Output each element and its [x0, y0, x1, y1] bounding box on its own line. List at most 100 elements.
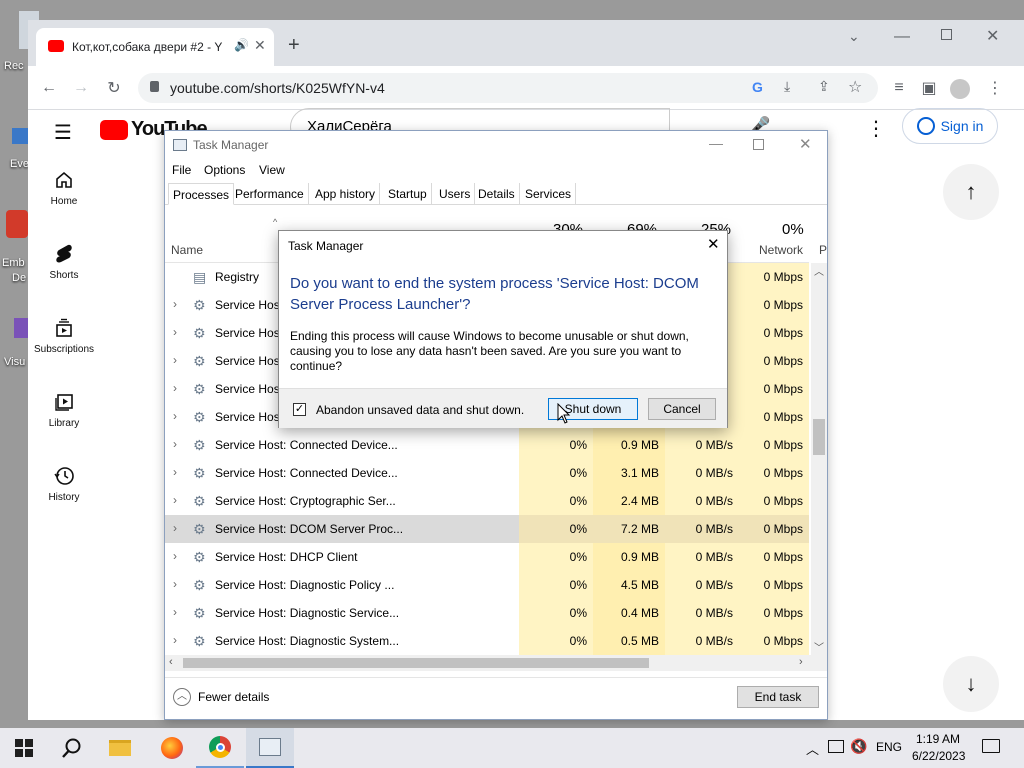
shortcut-icon[interactable]: [12, 128, 28, 144]
checkbox-label[interactable]: Abandon unsaved data and shut down.: [316, 403, 524, 417]
lock-icon[interactable]: [150, 81, 159, 92]
menu-kebab-icon[interactable]: ⋮: [984, 77, 1006, 99]
column-power-partial[interactable]: P: [819, 243, 827, 257]
url-text[interactable]: youtube.com/shorts/K025WfYN-v4: [170, 80, 385, 96]
menu-file[interactable]: File: [172, 163, 191, 177]
tab-services[interactable]: Services: [521, 183, 577, 205]
app-icon[interactable]: [6, 210, 28, 238]
input-language[interactable]: ENG: [876, 740, 902, 754]
column-network[interactable]: Network: [759, 243, 803, 257]
maximize-icon[interactable]: [941, 29, 952, 40]
back-icon[interactable]: ←: [38, 77, 60, 99]
expand-chevron-icon[interactable]: ›: [173, 353, 177, 367]
vertical-scrollbar[interactable]: ︿ ﹀: [811, 263, 827, 655]
install-app-icon[interactable]: ⤓: [784, 78, 790, 95]
column-name[interactable]: Name: [171, 243, 203, 257]
scroll-left-arrow-icon[interactable]: ‹: [169, 656, 173, 668]
bookmark-star-icon[interactable]: ☆: [848, 77, 862, 97]
sidebar-item-library[interactable]: Library: [28, 390, 100, 429]
expand-chevron-icon[interactable]: ›: [173, 381, 177, 395]
tab-performance[interactable]: Performance: [231, 183, 309, 205]
process-row[interactable]: › ⚙ Service Host: Connected Device... 0% 3.1…: [165, 459, 809, 487]
tab-search-icon[interactable]: ⌄: [848, 28, 860, 45]
process-row[interactable]: › ⚙ Service Host: Diagnostic System... 0% 0.…: [165, 627, 809, 655]
forward-icon[interactable]: →: [70, 77, 92, 99]
cpu-cell: 0%: [519, 459, 593, 487]
scroll-down-arrow-icon[interactable]: ﹀: [814, 639, 824, 654]
expand-chevron-icon[interactable]: ›: [173, 633, 177, 647]
show-hidden-icons-chevron-icon[interactable]: ︿: [806, 739, 819, 758]
menu-view[interactable]: View: [259, 163, 285, 177]
google-lens-icon[interactable]: G: [752, 79, 763, 95]
taskbar-chrome[interactable]: [196, 728, 244, 768]
notifications-icon[interactable]: [982, 739, 1000, 753]
process-row[interactable]: › ⚙ Service Host: Cryptographic Ser... 0% 2.…: [165, 487, 809, 515]
tab-app-history[interactable]: App history: [311, 183, 381, 205]
close-window-icon[interactable]: ✕: [986, 26, 999, 46]
scroll-down-button[interactable]: ↓: [943, 656, 999, 712]
scrollbar-thumb[interactable]: [183, 658, 649, 668]
clock-date[interactable]: 6/22/2023: [912, 749, 965, 763]
close-tab-icon[interactable]: ✕: [254, 37, 266, 54]
expand-chevron-icon[interactable]: ›: [173, 493, 177, 507]
taskbar-file-explorer[interactable]: [96, 728, 144, 768]
expand-chevron-icon[interactable]: ›: [173, 409, 177, 423]
end-task-button[interactable]: End task: [737, 686, 819, 708]
expand-chevron-icon[interactable]: ›: [173, 297, 177, 311]
scrollbar-thumb[interactable]: [813, 419, 825, 455]
scroll-up-button[interactable]: ↑: [943, 164, 999, 220]
abandon-data-checkbox[interactable]: ✓: [293, 403, 306, 416]
minimize-icon[interactable]: —: [894, 28, 910, 46]
side-panel-icon[interactable]: ▣: [918, 77, 940, 99]
taskbar-task-manager[interactable]: [246, 728, 294, 768]
process-row[interactable]: › ⚙ Service Host: Connected Device... 0% 0.9…: [165, 431, 809, 459]
tab-details[interactable]: Details: [474, 183, 520, 205]
sidebar-item-history[interactable]: History: [28, 464, 100, 503]
process-row[interactable]: › ⚙ Service Host: DHCP Client 0% 0.9 MB 0 MB/…: [165, 543, 809, 571]
expand-chevron-icon[interactable]: ›: [173, 325, 177, 339]
settings-kebab-icon[interactable]: ⋮: [866, 116, 886, 141]
new-tab-icon[interactable]: +: [288, 34, 300, 57]
search-button[interactable]: [48, 728, 96, 768]
close-dialog-icon[interactable]: ✕: [707, 235, 720, 253]
network-percent[interactable]: 0%: [782, 221, 804, 238]
volume-muted-icon[interactable]: 🔇: [850, 738, 867, 755]
share-icon[interactable]: ⇪: [818, 78, 830, 95]
sign-in-button[interactable]: Sign in: [902, 108, 998, 144]
sidebar-item-shorts[interactable]: Shorts: [28, 242, 100, 281]
scroll-up-arrow-icon[interactable]: ︿: [814, 263, 824, 278]
menu-options[interactable]: Options: [204, 163, 245, 177]
tab-startup[interactable]: Startup: [384, 183, 432, 205]
expand-chevron-icon[interactable]: ›: [173, 605, 177, 619]
horizontal-scrollbar[interactable]: ‹ ›: [165, 655, 827, 671]
expand-chevron-icon[interactable]: ›: [173, 437, 177, 451]
reload-icon[interactable]: ↻: [103, 77, 125, 99]
process-row[interactable]: › ⚙ Service Host: DCOM Server Proc... 0% 7.2…: [165, 515, 809, 543]
sidebar-item-home[interactable]: Home: [28, 168, 100, 207]
maximize-icon[interactable]: [753, 139, 764, 150]
address-bar[interactable]: youtube.com/shorts/K025WfYN-v4 G ⤓ ⇪ ☆: [138, 73, 878, 103]
scroll-right-arrow-icon[interactable]: ›: [799, 656, 803, 668]
audio-playing-icon[interactable]: 🔊: [234, 38, 249, 52]
network-icon[interactable]: [828, 740, 844, 753]
sidebar-item-subscriptions[interactable]: Subscriptions: [28, 316, 100, 355]
expand-chevron-icon[interactable]: ›: [173, 465, 177, 479]
minimize-icon[interactable]: —: [709, 135, 723, 151]
expand-chevron-icon[interactable]: ›: [173, 577, 177, 591]
process-row[interactable]: › ⚙ Service Host: Diagnostic Service... 0% 0…: [165, 599, 809, 627]
expand-chevron-icon[interactable]: ›: [173, 549, 177, 563]
expand-chevron-icon[interactable]: ›: [173, 521, 177, 535]
start-button[interactable]: [0, 728, 48, 768]
collapse-chevron-icon[interactable]: ︿: [173, 688, 191, 706]
taskbar-firefox[interactable]: [148, 728, 196, 768]
clock-time[interactable]: 1:19 AM: [916, 732, 960, 746]
tab-users[interactable]: Users: [435, 183, 476, 205]
fewer-details-link[interactable]: Fewer details: [198, 690, 269, 704]
cancel-button[interactable]: Cancel: [648, 398, 716, 420]
close-window-icon[interactable]: ✕: [799, 135, 812, 153]
process-row[interactable]: › ⚙ Service Host: Diagnostic Policy ... 0% 4…: [165, 571, 809, 599]
media-control-icon[interactable]: ≡: [888, 77, 910, 99]
browser-tab[interactable]: Кот,кот,собака двери #2 - Y 🔊 ✕: [36, 28, 274, 66]
profile-avatar[interactable]: [950, 79, 970, 99]
tab-processes[interactable]: Processes: [168, 183, 235, 205]
